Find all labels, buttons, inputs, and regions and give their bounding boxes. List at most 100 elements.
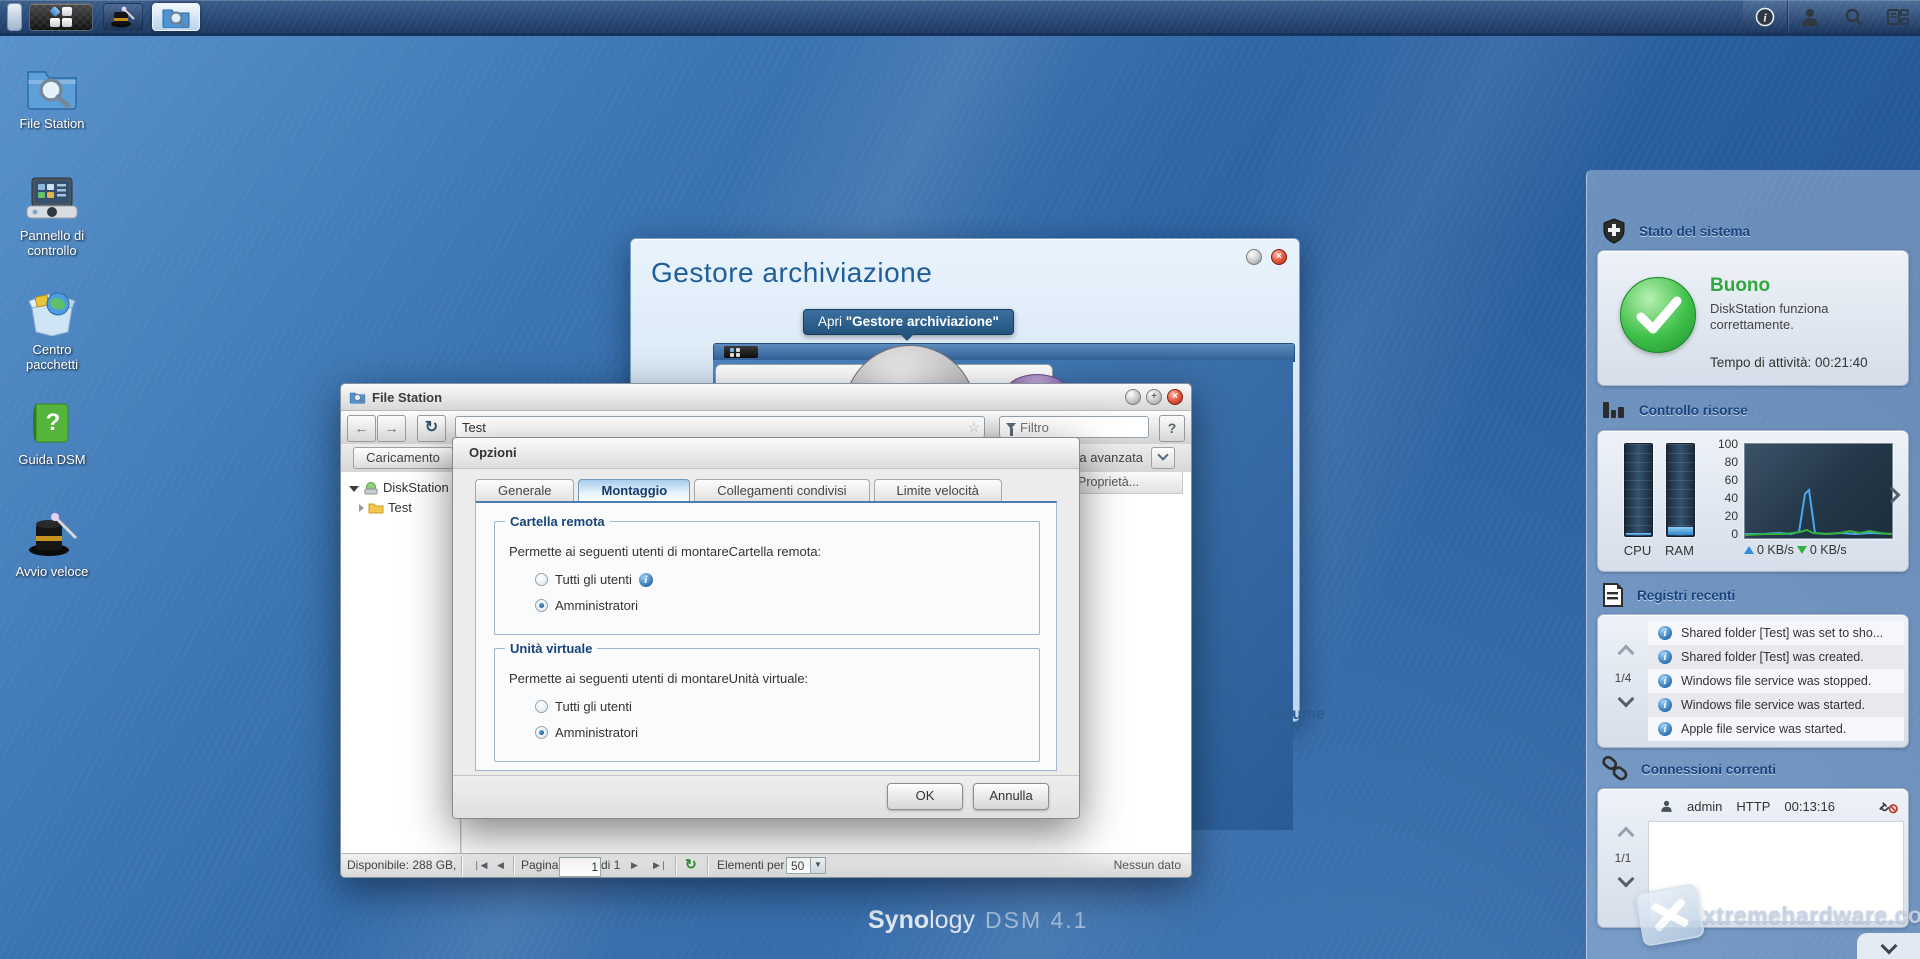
window-controls: × xyxy=(1241,249,1287,265)
brand-product: DSM 4.1 xyxy=(985,907,1089,933)
task-button-file-station[interactable] xyxy=(152,3,200,31)
log-row: i Shared folder [Test] was created. xyxy=(1648,645,1904,669)
prev-page-button[interactable]: ◀ xyxy=(497,857,504,873)
connection-time: 00:13:16 xyxy=(1784,798,1835,814)
address-input[interactable] xyxy=(456,417,984,437)
minimize-button[interactable] xyxy=(1246,249,1263,265)
page-number-input[interactable] xyxy=(559,857,601,877)
statusbar-separator xyxy=(461,856,462,875)
log-text: Windows file service was stopped. xyxy=(1681,674,1872,688)
info-icon: i xyxy=(1658,722,1672,736)
tree-item-label: Test xyxy=(388,500,412,515)
cancel-button[interactable]: Annulla xyxy=(973,783,1049,810)
close-button[interactable]: × xyxy=(1167,389,1183,405)
desktop-icon-control-panel[interactable]: Pannello di controllo xyxy=(4,176,100,258)
radio-option-all-users[interactable]: Tutti gli utenti xyxy=(535,699,632,714)
desktop-icon-label: Avvio veloce xyxy=(15,564,89,579)
uptime-label: Tempo di attività: 00:21:40 xyxy=(1710,355,1868,370)
y-tick: 20 xyxy=(1724,509,1738,523)
main-menu-button[interactable] xyxy=(29,3,93,31)
radio-unselected-icon[interactable] xyxy=(535,573,548,586)
tooltip-bold-text: "Gestore archiviazione" xyxy=(845,314,999,329)
info-icon[interactable]: i xyxy=(638,572,653,587)
tab-collegamenti-condivisi[interactable]: Collegamenti condivisi xyxy=(694,479,870,502)
ok-button[interactable]: OK xyxy=(887,783,963,810)
maximize-button[interactable]: + xyxy=(1146,389,1162,405)
back-button[interactable]: ← xyxy=(347,415,376,442)
advanced-search-chevron-button[interactable] xyxy=(1151,447,1175,469)
radio-option-administrators[interactable]: Amministratori xyxy=(535,725,638,740)
refresh-button[interactable]: ↻ xyxy=(417,415,446,442)
dialog-title[interactable]: Opzioni xyxy=(453,438,1079,469)
search-button[interactable] xyxy=(1832,0,1876,33)
magic-hat-icon xyxy=(29,513,78,556)
upload-arrow-icon xyxy=(1744,546,1754,554)
desktop-icon-file-station[interactable]: File Station xyxy=(4,66,100,131)
help-book-icon: ? xyxy=(33,403,69,443)
radio-option-administrators[interactable]: Amministratori xyxy=(535,598,638,613)
items-per-page-select[interactable]: 50 ▼ xyxy=(786,857,826,874)
tab-montaggio[interactable]: Montaggio xyxy=(578,479,691,502)
desktop-icon-dsm-help[interactable]: ? Guida DSM xyxy=(4,400,100,467)
refresh-list-button[interactable]: ↻ xyxy=(685,857,697,872)
radio-label: Amministratori xyxy=(555,598,639,613)
statusbar-separator xyxy=(513,856,514,875)
log-text: Shared folder [Test] was set to sho... xyxy=(1681,626,1884,640)
connections-page-up-icon[interactable] xyxy=(1617,826,1635,844)
tree-expand-icon[interactable] xyxy=(359,504,364,512)
quick-launch-button[interactable] xyxy=(103,3,143,31)
info-button[interactable]: i xyxy=(1743,0,1787,33)
radio-selected-icon[interactable] xyxy=(535,599,548,612)
cpu-meter xyxy=(1624,443,1653,537)
logs-page-up-icon[interactable] xyxy=(1617,644,1635,662)
minimize-button[interactable] xyxy=(1125,389,1141,405)
items-per-page-value: 50 xyxy=(791,859,805,873)
show-desktop-button[interactable] xyxy=(7,3,22,31)
page-of-label: di 1 xyxy=(601,858,621,872)
help-button[interactable]: ? xyxy=(1159,415,1185,442)
connection-user: admin xyxy=(1687,798,1723,814)
info-icon: i xyxy=(1658,626,1672,640)
disconnect-icon[interactable] xyxy=(1878,799,1898,814)
group-legend: Unità virtuale xyxy=(505,641,598,656)
filter-input[interactable] xyxy=(1000,417,1148,437)
upload-rate: 0 KB/s xyxy=(1757,543,1794,557)
sidebar-collapse-tab[interactable] xyxy=(1857,933,1920,959)
health-description-line2: correttamente. xyxy=(1710,317,1794,332)
widget-title: Controllo risorse xyxy=(1639,402,1748,418)
connections-page-down-icon[interactable] xyxy=(1617,870,1635,888)
logs-page-down-icon[interactable] xyxy=(1617,690,1635,708)
desktop-icon-package-center[interactable]: Centro pacchetti xyxy=(4,288,100,372)
tree-item-test[interactable]: Test xyxy=(341,498,460,518)
file-station-titlebar[interactable]: File Station + × xyxy=(341,384,1191,411)
desktop: Synology DSM 4.1 i File Station Pannello… xyxy=(0,0,1920,959)
window-title: Gestore archiviazione xyxy=(651,257,933,288)
tab-limite-velocita[interactable]: Limite velocità xyxy=(873,479,1002,502)
log-row: i Windows file service was started. xyxy=(1648,693,1904,717)
first-page-button[interactable]: ❘◀ xyxy=(473,857,487,873)
next-page-button[interactable]: ▶ xyxy=(631,857,638,873)
close-button[interactable]: × xyxy=(1271,249,1287,265)
bookmark-star-icon[interactable]: ☆ xyxy=(967,419,980,436)
last-page-button[interactable]: ▶❘ xyxy=(653,857,667,873)
group-description: Permette ai seguenti utenti di montareCa… xyxy=(509,544,822,559)
pilot-view-button[interactable] xyxy=(1876,0,1920,33)
radio-option-all-users[interactable]: Tutti gli utenti i xyxy=(535,572,653,587)
user-menu-button[interactable] xyxy=(1788,0,1832,33)
radio-unselected-icon[interactable] xyxy=(535,700,548,713)
log-text: Windows file service was started. xyxy=(1681,698,1866,712)
chevron-down-icon xyxy=(1157,449,1169,461)
column-header-properties[interactable]: Proprietà... xyxy=(1069,472,1183,494)
system-health-header: Stato del sistema xyxy=(1601,218,1750,244)
dialog-tabs: Generale Montaggio Collegamenti condivis… xyxy=(475,479,1002,502)
tree-item-diskstation[interactable]: DiskStation xyxy=(341,478,460,498)
upload-button[interactable]: Caricamento xyxy=(353,447,453,469)
options-dialog: Opzioni Generale Montaggio Collegamenti … xyxy=(452,437,1080,819)
desktop-icon-quick-start[interactable]: Avvio veloce xyxy=(4,512,100,579)
tree-expand-icon[interactable] xyxy=(349,486,359,492)
tab-generale[interactable]: Generale xyxy=(475,479,575,502)
info-icon: i xyxy=(1658,650,1672,664)
forward-button[interactable]: → xyxy=(377,415,406,442)
network-traffic-graph xyxy=(1744,443,1893,539)
radio-selected-icon[interactable] xyxy=(535,726,548,739)
